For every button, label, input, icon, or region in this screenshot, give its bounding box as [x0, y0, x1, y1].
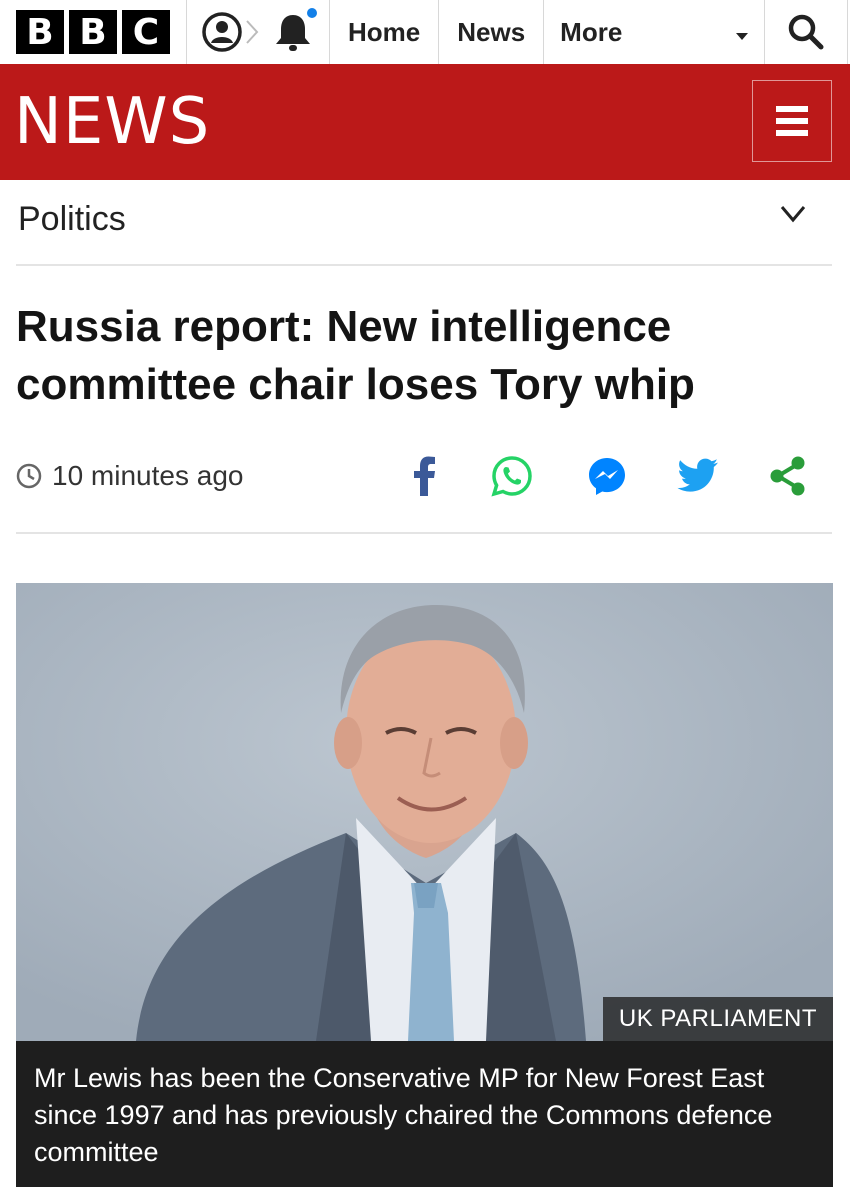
- article-headline: Russia report: New intelligence committe…: [16, 302, 695, 409]
- notification-dot: [307, 8, 317, 18]
- image-credit: UK PARLIAMENT: [602, 997, 833, 1041]
- bbc-logo-block: B: [69, 10, 117, 54]
- nav-news-link[interactable]: News: [439, 0, 545, 64]
- search-button[interactable]: [765, 0, 849, 64]
- facebook-icon: [414, 456, 435, 496]
- search-icon: [788, 14, 824, 50]
- account-icon: [202, 12, 242, 52]
- clock-icon: [16, 463, 42, 489]
- twitter-icon: [677, 458, 718, 492]
- lead-image: UK PARLIAMENT: [16, 583, 833, 1041]
- notifications-button[interactable]: [257, 0, 330, 64]
- share-icon: [770, 456, 805, 496]
- share-more-button[interactable]: [766, 454, 810, 498]
- bbc-logo[interactable]: B B C: [0, 0, 187, 64]
- bbc-logo-block: C: [122, 10, 170, 54]
- share-whatsapp-button[interactable]: [490, 454, 534, 498]
- nav-home-link[interactable]: Home: [330, 0, 440, 64]
- messenger-icon: [589, 458, 625, 495]
- timestamp: 10 minutes ago: [16, 460, 243, 492]
- caret-down-icon: [736, 32, 749, 40]
- share-facebook-button[interactable]: [402, 454, 446, 498]
- nav-more-label: More: [560, 16, 623, 47]
- timestamp-text: 10 minutes ago: [52, 460, 244, 491]
- nav-more-dropdown[interactable]: More: [544, 0, 766, 64]
- section-title: Politics: [18, 200, 126, 238]
- portrait-illustration: [16, 583, 833, 1041]
- bell-icon: [276, 15, 310, 51]
- chevron-down-icon[interactable]: [780, 204, 806, 224]
- bbc-top-bar: B B C Home News More: [0, 0, 850, 65]
- share-messenger-button[interactable]: [585, 454, 629, 498]
- bbc-logo-block: B: [16, 10, 64, 54]
- account-button[interactable]: [187, 0, 259, 64]
- whatsapp-icon: [491, 456, 532, 497]
- news-wordmark[interactable]: NEWS: [14, 82, 210, 162]
- share-twitter-button[interactable]: [676, 454, 720, 498]
- article-meta: 10 minutes ago: [16, 446, 832, 534]
- section-bar[interactable]: Politics: [16, 180, 832, 266]
- news-banner: NEWS: [0, 64, 850, 180]
- image-caption: Mr Lewis has been the Conservative MP fo…: [16, 1041, 833, 1187]
- hamburger-menu-icon[interactable]: [752, 80, 832, 162]
